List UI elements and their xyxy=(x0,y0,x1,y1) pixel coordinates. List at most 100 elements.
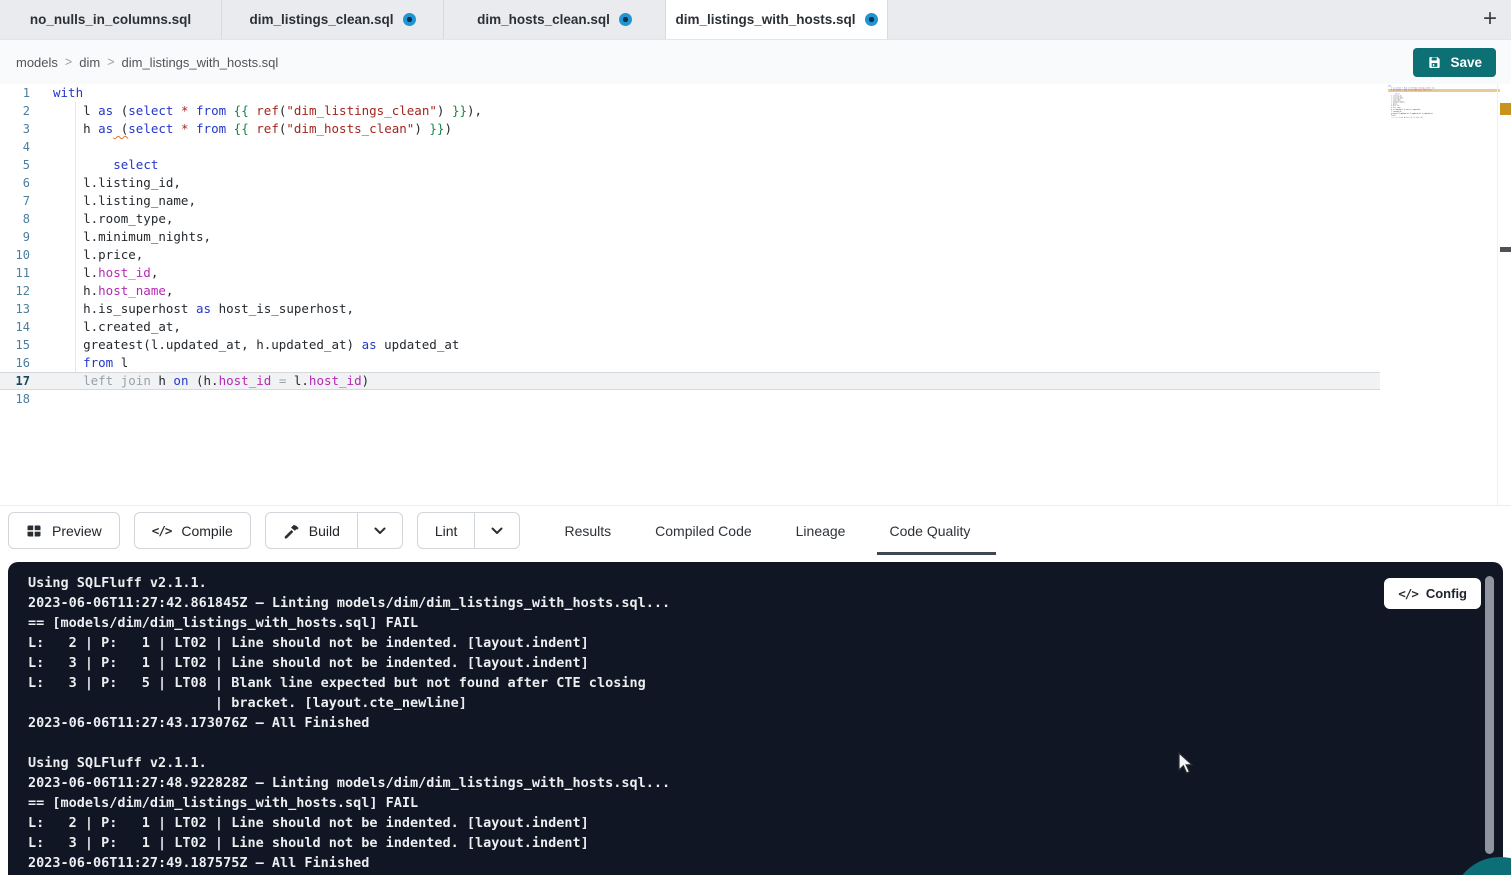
terminal-line: Using SQLFluff v2.1.1. xyxy=(28,573,1503,593)
code-line[interactable]: 15 greatest(l.updated_at, h.updated_at) … xyxy=(0,336,1380,354)
new-tab-button[interactable]: + xyxy=(1483,4,1497,34)
code-text: l.created_at, xyxy=(53,318,181,336)
code-text: left join h on (h.host_id = l.host_id) xyxy=(53,372,369,390)
chevron-down-icon xyxy=(374,527,386,535)
code-text: l.listing_id, xyxy=(53,174,181,192)
line-number: 7 xyxy=(0,192,30,210)
breadcrumb-item[interactable]: dim xyxy=(79,55,100,70)
breadcrumb-separator-icon: > xyxy=(107,55,114,69)
panel-tab-lineage[interactable]: Lineage xyxy=(792,506,850,555)
file-tab[interactable]: dim_listings_clean.sql xyxy=(222,0,444,39)
line-number: 11 xyxy=(0,264,30,282)
compile-button[interactable]: </> Compile xyxy=(134,512,251,549)
terminal-line: L: 2 | P: 1 | LT02 | Line should not be … xyxy=(28,813,1503,833)
code-editor-lines: 1 with2 l as (select * from {{ ref("dim_l… xyxy=(0,84,1380,408)
code-line[interactable]: 2 l as (select * from {{ ref("dim_listin… xyxy=(0,102,1380,120)
line-number: 6 xyxy=(0,174,30,192)
hammer-icon xyxy=(283,523,299,539)
minimap-content: with l as (select * from {{ ref("dim_lis… xyxy=(1388,85,1500,121)
code-line[interactable]: 6 l.listing_id, xyxy=(0,174,1380,192)
file-tab[interactable]: no_nulls_in_columns.sql xyxy=(0,0,222,39)
code-text: l.minimum_nights, xyxy=(53,228,211,246)
panel-tab-compiled-code[interactable]: Compiled Code xyxy=(651,506,756,555)
save-icon xyxy=(1427,55,1442,70)
breadcrumb: models > dim > dim_listings_with_hosts.sql xyxy=(16,55,278,70)
build-button[interactable]: Build xyxy=(265,512,358,549)
build-dropdown-button[interactable] xyxy=(358,512,403,549)
line-number: 12 xyxy=(0,282,30,300)
config-button[interactable]: </> Config xyxy=(1384,578,1481,609)
save-button[interactable]: Save xyxy=(1413,48,1496,77)
code-line[interactable]: 11 l.host_id, xyxy=(0,264,1380,282)
terminal-line: 2023-06-06T11:27:42.861845Z — Linting mo… xyxy=(28,593,1503,613)
file-tab-label: dim_listings_with_hosts.sql xyxy=(675,12,855,27)
terminal-line: 2023-06-06T11:27:48.922828Z — Linting mo… xyxy=(28,773,1503,793)
code-text: with xyxy=(53,84,83,102)
line-number: 10 xyxy=(0,246,30,264)
code-editor[interactable]: 1 with2 l as (select * from {{ ref("dim_l… xyxy=(0,84,1511,505)
lint-dropdown-button[interactable] xyxy=(475,512,520,549)
code-line[interactable]: 3 h as (select * from {{ ref("dim_hosts_… xyxy=(0,120,1380,138)
terminal-line: 2023-06-06T11:27:49.187575Z — All Finish… xyxy=(28,853,1503,873)
unsaved-indicator-icon xyxy=(865,13,878,26)
panel-tab-code-quality[interactable]: Code Quality xyxy=(885,506,974,555)
code-line[interactable]: 7 l.listing_name, xyxy=(0,192,1380,210)
code-text: l.host_id, xyxy=(53,264,158,282)
lint-button-group: Lint xyxy=(417,512,521,549)
preview-button-label: Preview xyxy=(52,523,102,539)
file-tabbar: no_nulls_in_columns.sql dim_listings_clea… xyxy=(0,0,1511,40)
line-number: 15 xyxy=(0,336,30,354)
file-tab[interactable]: dim_hosts_clean.sql xyxy=(444,0,666,39)
action-bar: Preview </> Compile Build Lint Results Co… xyxy=(0,505,1511,555)
code-text: h as (select * from {{ ref("dim_hosts_cl… xyxy=(53,120,452,138)
scroll-position-marker[interactable] xyxy=(1500,247,1511,252)
code-line[interactable]: 16 from l xyxy=(0,354,1380,372)
minimap[interactable]: with l as (select * from {{ ref("dim_lis… xyxy=(1388,85,1500,127)
unsaved-indicator-icon xyxy=(403,13,416,26)
line-number: 1 xyxy=(0,84,30,102)
code-line[interactable]: 1 with xyxy=(0,84,1380,102)
terminal-line: Using SQLFluff v2.1.1. xyxy=(28,753,1503,773)
terminal-line: 2023-06-06T11:27:43.173076Z — All Finish… xyxy=(28,713,1503,733)
code-line[interactable]: 14 l.created_at, xyxy=(0,318,1380,336)
code-text: l as (select * from {{ ref("dim_listings… xyxy=(53,102,482,120)
code-line[interactable]: 13 h.is_superhost as host_is_superhost, xyxy=(0,300,1380,318)
lint-warning-marker[interactable] xyxy=(1500,103,1511,115)
preview-button[interactable]: Preview xyxy=(8,512,120,549)
terminal-output: Using SQLFluff v2.1.1.2023-06-06T11:27:4… xyxy=(8,562,1503,873)
lint-button-label: Lint xyxy=(435,523,458,539)
panel-tab-results[interactable]: Results xyxy=(560,506,615,555)
code-line[interactable]: 12 h.host_name, xyxy=(0,282,1380,300)
code-text: l.room_type, xyxy=(53,210,173,228)
code-line[interactable]: 4 xyxy=(0,138,1380,156)
lint-button[interactable]: Lint xyxy=(417,512,476,549)
breadcrumb-item[interactable]: dim_listings_with_hosts.sql xyxy=(122,55,279,70)
line-number: 13 xyxy=(0,300,30,318)
code-text: select xyxy=(53,156,158,174)
compile-button-label: Compile xyxy=(181,523,232,539)
file-tab[interactable]: dim_listings_with_hosts.sql xyxy=(666,0,888,39)
table-grid-icon xyxy=(26,523,42,539)
terminal-panel: Using SQLFluff v2.1.1.2023-06-06T11:27:4… xyxy=(8,562,1503,875)
code-line[interactable]: 9 l.minimum_nights, xyxy=(0,228,1380,246)
terminal-line: L: 3 | P: 1 | LT02 | Line should not be … xyxy=(28,833,1503,853)
breadcrumb-separator-icon: > xyxy=(65,55,72,69)
line-number: 9 xyxy=(0,228,30,246)
line-number: 3 xyxy=(0,120,30,138)
panel-tabs: Results Compiled Code Lineage Code Quality xyxy=(560,506,974,555)
code-text: h.host_name, xyxy=(53,282,173,300)
editor-scroll-track[interactable] xyxy=(1497,84,1511,505)
file-tab-label: no_nulls_in_columns.sql xyxy=(30,12,191,27)
breadcrumb-item[interactable]: models xyxy=(16,55,58,70)
terminal-line: == [models/dim/dim_listings_with_hosts.s… xyxy=(28,613,1503,633)
line-number: 14 xyxy=(0,318,30,336)
line-number: 5 xyxy=(0,156,30,174)
code-line[interactable]: 17 left join h on (h.host_id = l.host_id… xyxy=(0,372,1380,390)
code-text: from l xyxy=(53,354,128,372)
code-line[interactable]: 8 l.room_type, xyxy=(0,210,1380,228)
code-line[interactable]: 18 xyxy=(0,390,1380,408)
code-line[interactable]: 5 select xyxy=(0,156,1380,174)
code-line[interactable]: 10 l.price, xyxy=(0,246,1380,264)
terminal-scrollbar[interactable] xyxy=(1485,576,1494,854)
code-slash-icon: </> xyxy=(1398,586,1418,601)
